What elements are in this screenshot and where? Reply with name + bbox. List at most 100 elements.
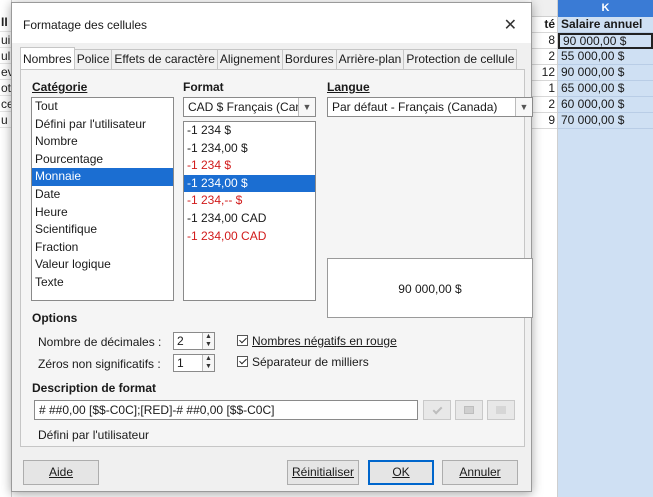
checkbox-checked-icon[interactable]: [237, 356, 248, 367]
tab-bar: Nombres Police Effets de caractère Align…: [20, 47, 518, 69]
table-cell[interactable]: 8: [531, 33, 557, 49]
format-item-selected[interactable]: -1 234,00 $: [184, 174, 315, 193]
column-j-letter[interactable]: [531, 0, 557, 17]
delete-icon: [496, 406, 506, 414]
category-item[interactable]: Tout: [32, 98, 173, 116]
add-format-button[interactable]: [423, 400, 451, 420]
tab-background[interactable]: Arrière-plan: [335, 49, 405, 69]
format-code-input[interactable]: # ##0,00 [$$-C0C];[RED]-# ##0,00 [$$-C0C…: [34, 400, 418, 420]
language-combo[interactable]: Par défaut - Français (Canada) ▼: [327, 97, 533, 117]
tab-numbers[interactable]: Nombres: [20, 47, 75, 69]
close-icon[interactable]: ✕: [504, 15, 517, 35]
category-item[interactable]: Nombre: [32, 133, 173, 151]
format-preview: 90 000,00 $: [327, 258, 533, 318]
left-cell: u: [0, 112, 11, 128]
table-cell[interactable]: 1: [531, 81, 557, 97]
currency-combo-value: CAD $ Français (Canada): [188, 100, 316, 114]
decimals-value: 2: [177, 334, 184, 348]
column-k-letter[interactable]: K: [558, 0, 653, 17]
decimals-stepper[interactable]: 2 ▲ ▼: [173, 332, 215, 350]
delete-format-button[interactable]: [487, 400, 515, 420]
options-label: Options: [32, 311, 78, 325]
table-cell[interactable]: 55 000,00 $: [558, 49, 653, 65]
left-cell: II: [0, 0, 11, 32]
leading-zeros-value: 1: [177, 356, 184, 370]
cancel-button[interactable]: Annuler: [442, 460, 518, 485]
category-item-selected[interactable]: Monnaie: [32, 168, 173, 186]
checkbox-checked-icon[interactable]: [237, 335, 248, 346]
thousands-separator-checkbox[interactable]: Séparateur de milliers: [237, 355, 369, 369]
format-item[interactable]: -1 234 $: [184, 122, 315, 140]
table-cell[interactable]: 90 000,00 $: [558, 65, 653, 81]
leading-zeros-stepper[interactable]: 1 ▲ ▼: [173, 354, 215, 372]
table-cell[interactable]: 65 000,00 $: [558, 81, 653, 97]
table-cell[interactable]: 9: [531, 113, 557, 129]
negative-red-checkbox[interactable]: Nombres négatifs en rouge: [237, 334, 397, 348]
spin-arrows-icon[interactable]: ▲ ▼: [202, 333, 214, 349]
left-cell: ui: [0, 33, 11, 48]
sheet-right-columns: té 8 2 12 1 2 9 K Salaire annuel 90 000,…: [531, 0, 653, 497]
category-item[interactable]: Fraction: [32, 239, 173, 257]
spin-arrows-icon[interactable]: ▲ ▼: [202, 355, 214, 371]
tab-font[interactable]: Police: [73, 49, 113, 69]
tab-cell-protection[interactable]: Protection de cellule: [403, 49, 518, 69]
format-item[interactable]: -1 234,00 $: [184, 140, 315, 158]
tab-alignment[interactable]: Alignement: [216, 49, 283, 69]
category-item[interactable]: Date: [32, 186, 173, 204]
language-label: Langue: [327, 80, 370, 94]
format-code-label: Description de format: [32, 381, 157, 395]
tab-font-effects[interactable]: Effets de caractère: [111, 49, 218, 69]
help-button[interactable]: Aide: [23, 460, 99, 485]
category-item[interactable]: Texte: [32, 274, 173, 292]
column-k: K Salaire annuel 90 000,00 $ 55 000,00 $…: [558, 0, 653, 497]
left-cell: ce: [0, 96, 11, 112]
column-j-header[interactable]: té: [531, 17, 557, 33]
ok-button-label: OK: [392, 465, 410, 479]
reset-button-label: Réinitialiser: [291, 465, 355, 479]
category-item[interactable]: Valeur logique: [32, 256, 173, 274]
tab-borders[interactable]: Bordures: [281, 49, 337, 69]
language-combo-value: Par défaut - Français (Canada): [332, 100, 498, 114]
leading-zeros-label: Zéros non significatifs :: [38, 357, 161, 371]
currency-combo[interactable]: CAD $ Français (Canada) ▼: [183, 97, 316, 117]
chevron-down-icon[interactable]: ▼: [515, 98, 532, 116]
ok-button[interactable]: OK: [368, 460, 434, 485]
category-item[interactable]: Scientifique: [32, 221, 173, 239]
negative-red-label: Nombres négatifs en rouge: [252, 334, 397, 348]
format-item-red[interactable]: -1 234,00 CAD: [184, 228, 315, 246]
table-cell[interactable]: 2: [531, 49, 557, 65]
table-cell[interactable]: 2: [531, 97, 557, 113]
column-k-header[interactable]: Salaire annuel: [558, 17, 653, 33]
format-item[interactable]: -1 234,00 CAD: [184, 210, 315, 228]
column-j: té 8 2 12 1 2 9: [531, 0, 558, 497]
category-label: Catégorie: [32, 80, 88, 94]
category-item[interactable]: Défini par l'utilisateur: [32, 116, 173, 134]
decimals-label: Nombre de décimales :: [38, 335, 162, 349]
help-button-label: Aide: [48, 465, 74, 479]
format-comment: Défini par l'utilisateur: [38, 428, 150, 442]
left-cell: ev: [0, 64, 11, 80]
numbers-panel: Catégorie Tout Défini par l'utilisateur …: [20, 69, 533, 447]
format-label: Format: [183, 80, 224, 94]
format-list: -1 234 $ -1 234,00 $ -1 234 $ -1 234,00 …: [183, 121, 316, 301]
chevron-down-icon[interactable]: ▼: [298, 98, 315, 116]
table-cell-selected[interactable]: 90 000,00 $: [558, 33, 653, 49]
category-item[interactable]: Heure: [32, 204, 173, 222]
table-cell[interactable]: 70 000,00 $: [558, 113, 653, 129]
dialog-titlebar[interactable]: Formatage des cellules ✕: [12, 3, 531, 43]
format-cells-dialog: Formatage des cellules ✕ Nombres Police …: [11, 2, 533, 492]
cancel-button-label: Annuler: [459, 465, 501, 479]
edit-comment-button[interactable]: [455, 400, 483, 420]
category-list: Tout Défini par l'utilisateur Nombre Pou…: [31, 97, 174, 301]
reset-button[interactable]: Réinitialiser: [287, 460, 359, 485]
left-cell: ul: [0, 49, 11, 64]
comment-icon: [464, 406, 474, 414]
thousands-separator-label: Séparateur de milliers: [252, 355, 369, 369]
category-item[interactable]: Pourcentage: [32, 151, 173, 169]
dialog-title: Formatage des cellules: [23, 18, 148, 32]
table-cell[interactable]: 12: [531, 65, 557, 81]
table-cell[interactable]: 60 000,00 $: [558, 97, 653, 113]
checkmark-icon: [432, 404, 443, 415]
format-item-red[interactable]: -1 234 $: [184, 157, 315, 175]
format-item-red[interactable]: -1 234,-- $: [184, 192, 315, 210]
